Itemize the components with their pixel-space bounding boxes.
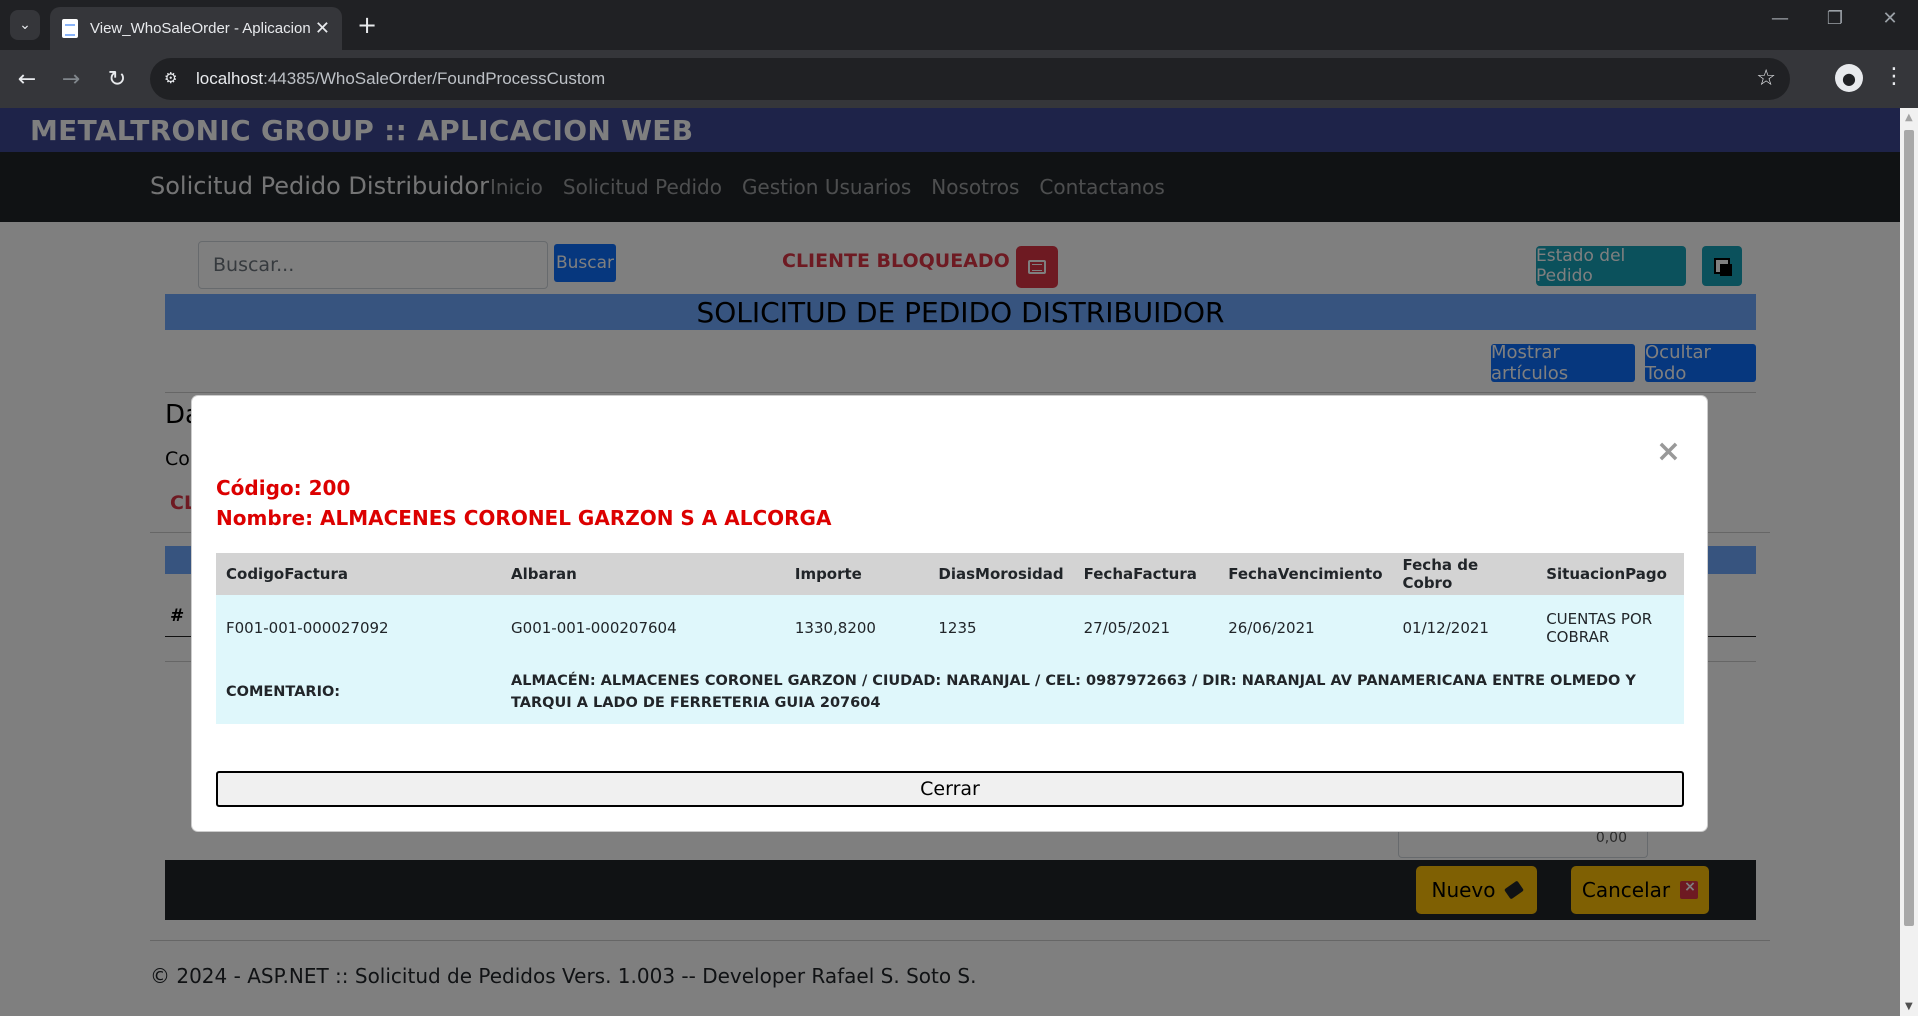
forward-arrow-icon[interactable]: → <box>56 64 86 94</box>
comment-label: COMENTARIO: <box>216 660 502 724</box>
col-header: Fecha de Cobro <box>1392 553 1537 595</box>
restore-icon[interactable]: ❐ <box>1815 8 1855 29</box>
comment-row: COMENTARIO: ALMACÉN: ALMACENES CORONEL G… <box>216 660 1684 724</box>
invoice-table: CodigoFactura Albaran Importe DiasMorosi… <box>216 553 1684 724</box>
scroll-thumb[interactable] <box>1904 130 1914 926</box>
address-bar[interactable]: ⚙ localhost:44385/WhoSaleOrder/FoundProc… <box>150 58 1790 100</box>
col-header: FechaFactura <box>1073 553 1219 595</box>
table-header-row: CodigoFactura Albaran Importe DiasMorosi… <box>216 553 1684 595</box>
col-header: CodigoFactura <box>216 553 502 595</box>
modal-close-icon[interactable]: × <box>1656 434 1681 469</box>
tab-search-chevron-icon[interactable]: ⌄ <box>10 10 40 40</box>
col-header: Albaran <box>501 553 785 595</box>
reload-icon[interactable]: ↻ <box>102 64 132 94</box>
profile-icon[interactable]: ● <box>1835 64 1863 92</box>
url-path: :44385/WhoSaleOrder/FoundProcessCustom <box>263 69 606 88</box>
cell-codigo-factura: F001-001-000027092 <box>216 595 502 660</box>
col-header: SituacionPago <box>1536 553 1684 595</box>
minimize-icon[interactable]: — <box>1760 8 1800 29</box>
cell-fecha-factura: 27/05/2021 <box>1073 595 1219 660</box>
browser-tab[interactable]: View_WhoSaleOrder - Aplicacion ✕ <box>50 7 342 50</box>
cell-albaran: G001-001-000207604 <box>501 595 785 660</box>
url-host: localhost <box>196 69 264 88</box>
cell-dias-morosidad: 1235 <box>928 595 1074 660</box>
cell-fecha-vencimiento: 26/06/2021 <box>1218 595 1393 660</box>
page-scrollbar[interactable]: ▲ ▼ <box>1900 108 1918 1016</box>
invoice-modal: × Código: 200 Nombre: ALMACENES CORONEL … <box>191 395 1708 832</box>
new-tab-icon[interactable]: + <box>352 10 382 40</box>
col-header: DiasMorosidad <box>928 553 1074 595</box>
cell-fecha-cobro: 01/12/2021 <box>1392 595 1537 660</box>
cell-situacion-pago: CUENTAS POR COBRAR <box>1536 595 1684 660</box>
url-text[interactable]: localhost:44385/WhoSaleOrder/FoundProces… <box>196 69 605 89</box>
table-row: F001-001-000027092 G001-001-000207604 13… <box>216 595 1684 660</box>
back-arrow-icon[interactable]: ← <box>12 64 42 94</box>
client-code: Código: 200 <box>216 476 351 500</box>
modal-close-button[interactable]: Cerrar <box>216 771 1684 807</box>
browser-toolbar: ← → ↻ ⚙ localhost:44385/WhoSaleOrder/Fou… <box>0 50 1918 108</box>
page-favicon-icon <box>62 19 78 38</box>
site-info-icon[interactable]: ⚙ <box>164 69 184 89</box>
bookmark-star-icon[interactable]: ☆ <box>1756 66 1776 91</box>
cell-importe: 1330,8200 <box>784 595 929 660</box>
browser-tabstrip: ⌄ View_WhoSaleOrder - Aplicacion ✕ + — ❐… <box>0 0 1918 50</box>
window-close-icon[interactable]: ✕ <box>1870 8 1910 29</box>
tab-title: View_WhoSaleOrder - Aplicacion <box>90 20 310 37</box>
client-name: Nombre: ALMACENES CORONEL GARZON S A ALC… <box>216 506 832 530</box>
scroll-up-icon[interactable]: ▲ <box>1905 112 1913 123</box>
col-header: FechaVencimiento <box>1218 553 1393 595</box>
browser-menu-icon[interactable]: ⋮ <box>1880 64 1908 89</box>
scroll-down-icon[interactable]: ▼ <box>1905 1001 1913 1012</box>
tab-close-icon[interactable]: ✕ <box>315 18 330 39</box>
col-header: Importe <box>784 553 929 595</box>
comment-text: ALMACÉN: ALMACENES CORONEL GARZON / CIUD… <box>501 660 1684 724</box>
